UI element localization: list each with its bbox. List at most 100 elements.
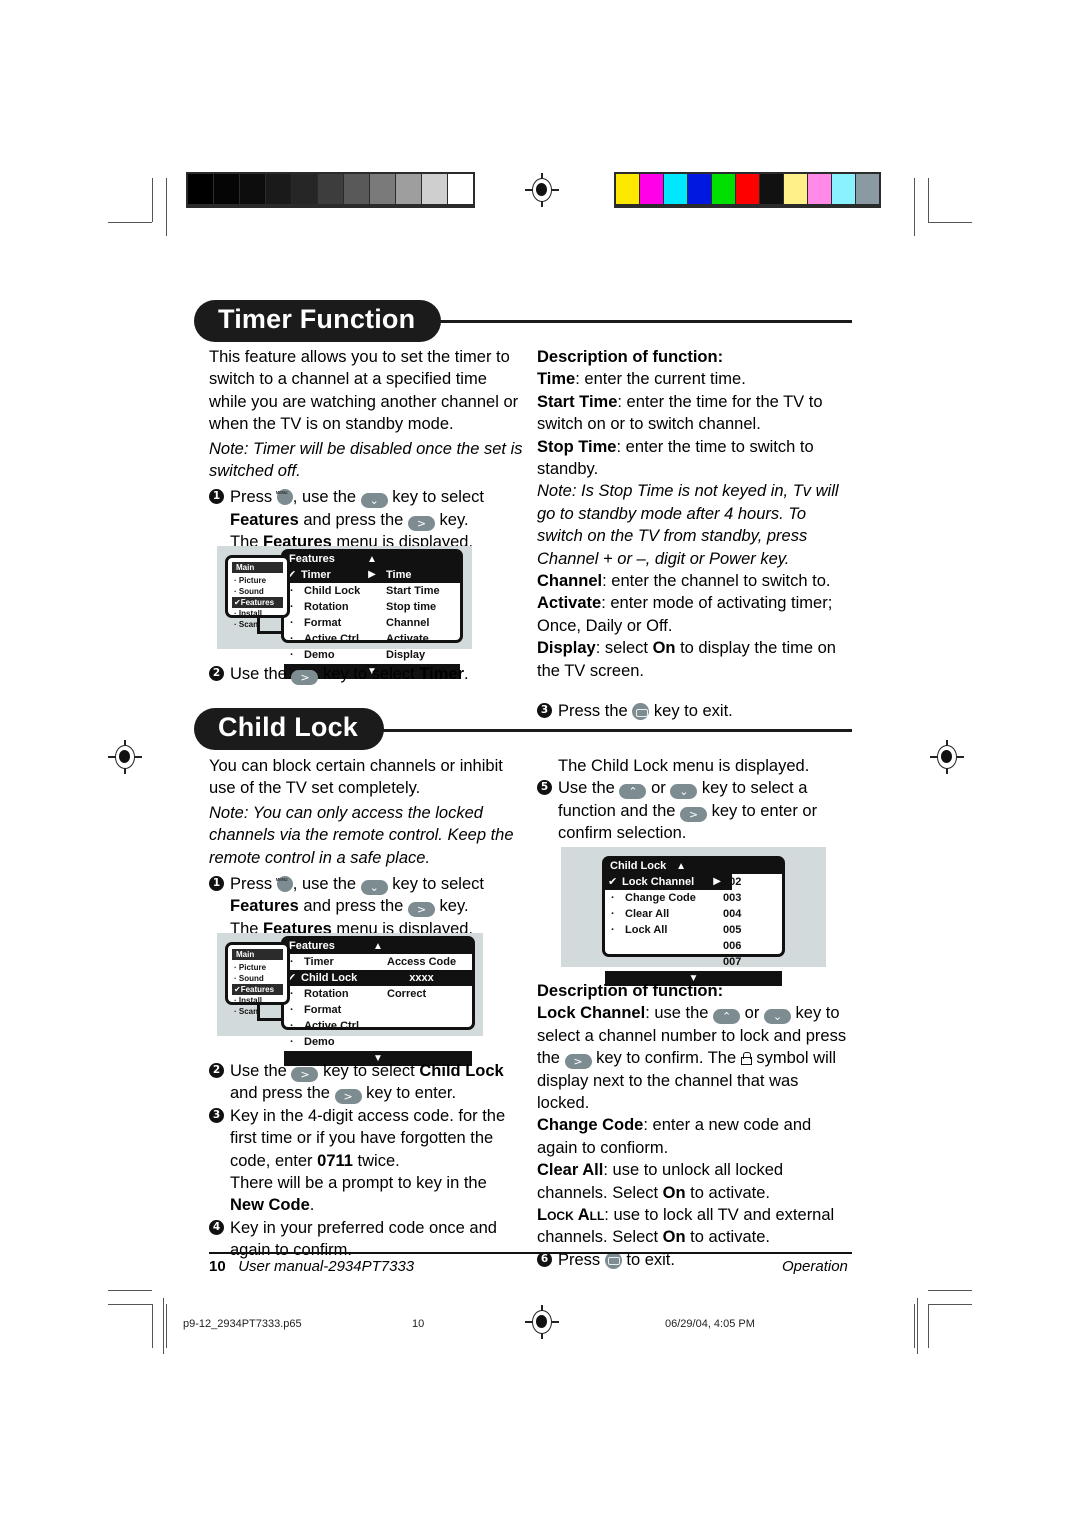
- right-key-icon: >: [334, 1089, 362, 1105]
- up-key-icon: ⌃: [619, 784, 647, 800]
- step-number-badge: 2: [209, 1063, 224, 1078]
- registration-mark-left: [108, 740, 142, 774]
- grayscale-swatch: [318, 174, 343, 204]
- right-key-icon: >: [407, 515, 435, 531]
- footer-rule: [209, 1252, 852, 1254]
- timer-intro: This feature allows you to set the timer…: [209, 348, 519, 434]
- osd-value: Channel: [386, 617, 430, 629]
- osd-row: · Demo: [290, 1036, 335, 1048]
- childlock-step-4: 4 Key in your preferred code once and aga…: [209, 1217, 527, 1262]
- osd-row-label: Child Lock: [301, 972, 358, 984]
- osd-row: · Format: [290, 1004, 342, 1016]
- osd-main-item-selected: ✔Features: [232, 597, 283, 608]
- timer-desc-stoptime: Stop Time: enter the time to switch to s…: [537, 437, 814, 479]
- childlock-description-column: Description of function: Lock Channel: u…: [537, 980, 855, 1271]
- timer-step-2: 2 Use the > key to select Timer.: [209, 663, 527, 685]
- childlock-desc-clearall: Clear All: use to unlock all locked chan…: [537, 1161, 784, 1202]
- right-key-icon: >: [680, 806, 708, 822]
- step2-text-2: key to select: [323, 665, 415, 683]
- timer-left-column: This feature allows you to set the timer…: [209, 346, 527, 554]
- osd-main-item: · Install: [234, 996, 263, 1005]
- osd-panel-title-bar: Features ▲: [284, 939, 472, 954]
- osd-main-title: Main: [232, 562, 283, 573]
- timer-step-1: 1 Press , use the ⌄ key to select Feature…: [209, 482, 527, 553]
- childlock-note: Note: You can only access the locked cha…: [209, 803, 514, 867]
- timer-function-heading: Timer Function: [194, 300, 442, 342]
- right-key-icon: >: [407, 902, 435, 918]
- timer-desc-channel: Channel: enter the channel to switch to.: [537, 572, 831, 591]
- down-key-icon: ⌄: [763, 1009, 791, 1025]
- step1-text-2: , use the: [292, 488, 357, 507]
- cl-step2-text-3: and press the: [230, 1084, 330, 1103]
- cl-step3-text-3: There will be a prompt to key in the: [230, 1174, 487, 1193]
- step2-bold-timer: Timer: [419, 665, 465, 683]
- osd-value: xxxx: [387, 970, 457, 986]
- osd-row: · Clear All: [611, 908, 670, 920]
- step1-bold-features: Features: [230, 510, 299, 529]
- crop-mark-top-left: [108, 178, 168, 238]
- osd-value: Display: [386, 649, 426, 661]
- step-number-badge: 2: [209, 666, 224, 681]
- exit-key-icon: [604, 1251, 622, 1269]
- childlock-step-2: 2 Use the > key to select Child Lock and …: [209, 1060, 527, 1105]
- grayscale-swatch: [422, 174, 447, 204]
- step-number-badge: 3: [537, 703, 552, 719]
- step-number-badge: 3: [209, 1107, 224, 1123]
- osd-scroll-up-arrow: ▲: [373, 941, 383, 952]
- menu-key-icon: [276, 482, 293, 506]
- childlock-osd-illustration: Child Lock ▲ ✔ Lock Channel ▶ · Change Co…: [561, 847, 826, 986]
- timer-note: Note: Timer will be disabled once the se…: [209, 439, 523, 481]
- manual-title: User manual-2934PT7333: [238, 1258, 415, 1275]
- childlock-step-5: 5 Use the ⌃ or ⌄ key to select a function…: [537, 777, 855, 844]
- childlock-desc-lockall: Lock All: use to lock all TV and externa…: [537, 1206, 835, 1247]
- registration-mark-bottom: [525, 1305, 559, 1339]
- grayscale-swatch: [292, 174, 317, 204]
- osd-panel-title: Features: [289, 553, 335, 565]
- cl-step5-text-2: or: [651, 779, 666, 798]
- step-number-badge: 6: [537, 1251, 552, 1267]
- down-key-icon: ⌄: [670, 784, 698, 800]
- osd-row-label: Timer: [301, 569, 331, 581]
- color-swatch: [856, 174, 879, 204]
- osd-row-right-arrow: ▶: [713, 876, 721, 887]
- cl-step2-text-2: key to select: [323, 1062, 415, 1080]
- osd-row-empty: [605, 938, 782, 954]
- footer-left: 10 User manual-2934PT7333: [209, 1258, 414, 1275]
- osd-channel: 002: [723, 876, 742, 888]
- print-page-number: 10: [412, 1318, 425, 1330]
- step3-text-2: key to exit.: [653, 702, 733, 721]
- osd-row: · Change Code: [611, 892, 696, 904]
- osd-features-panel: Features ▲ ·Timer ✔ Child Lock ▶ ·Rotati…: [281, 936, 475, 1066]
- osd-channel: 006: [723, 940, 742, 952]
- color-swatch: [760, 174, 783, 204]
- osd-row: · Lock All: [611, 924, 668, 936]
- color-swatch: [832, 174, 855, 204]
- childlock-steps-234: 2 Use the > key to select Child Lock and …: [209, 1060, 527, 1262]
- childlock-step5-lead: The Child Lock menu is displayed.: [558, 757, 810, 775]
- childlock-desc-lockchannel: Lock Channel: use the ⌃ or ⌄ key to sele…: [537, 1004, 847, 1113]
- right-key-icon: >: [564, 1054, 592, 1070]
- osd-main-item: · Scan: [234, 1007, 259, 1016]
- grayscale-swatch: [214, 174, 239, 204]
- grayscale-swatch: [396, 174, 421, 204]
- step-number-badge: 1: [209, 489, 224, 505]
- timer-desc-note: Note: Is Stop Time is not keyed in, Tv w…: [537, 482, 839, 568]
- cl-step2-bold-childlock: Child Lock: [419, 1062, 504, 1080]
- osd-panel-title: Features: [289, 940, 335, 952]
- grayscale-calibration-bar: [186, 172, 475, 208]
- grayscale-swatch: [344, 174, 369, 204]
- color-swatch: [688, 174, 711, 204]
- osd-value: Correct: [387, 988, 427, 1000]
- grayscale-swatch: [240, 174, 265, 204]
- osd-main-item-selected: ✔Features: [232, 984, 283, 995]
- osd-channel-list: 002 003 004 005 006 007: [723, 874, 741, 970]
- osd-value: Time: [386, 567, 440, 583]
- timer-osd-illustration: Main · Picture · Sound ✔Features · Insta…: [217, 546, 472, 679]
- childlock-features-osd-illustration: Main · Picture · Sound ✔Features · Insta…: [217, 933, 483, 1066]
- step3-text-1: Press the: [558, 702, 628, 721]
- childlock-left-column: You can block certain channels or inhibi…: [209, 755, 527, 940]
- right-key-icon: >: [291, 1067, 319, 1082]
- cl-step3-code: 0711: [317, 1151, 353, 1170]
- childlock-intro: You can block certain channels or inhibi…: [209, 757, 503, 798]
- cl-step1-text-1: Press: [230, 875, 273, 894]
